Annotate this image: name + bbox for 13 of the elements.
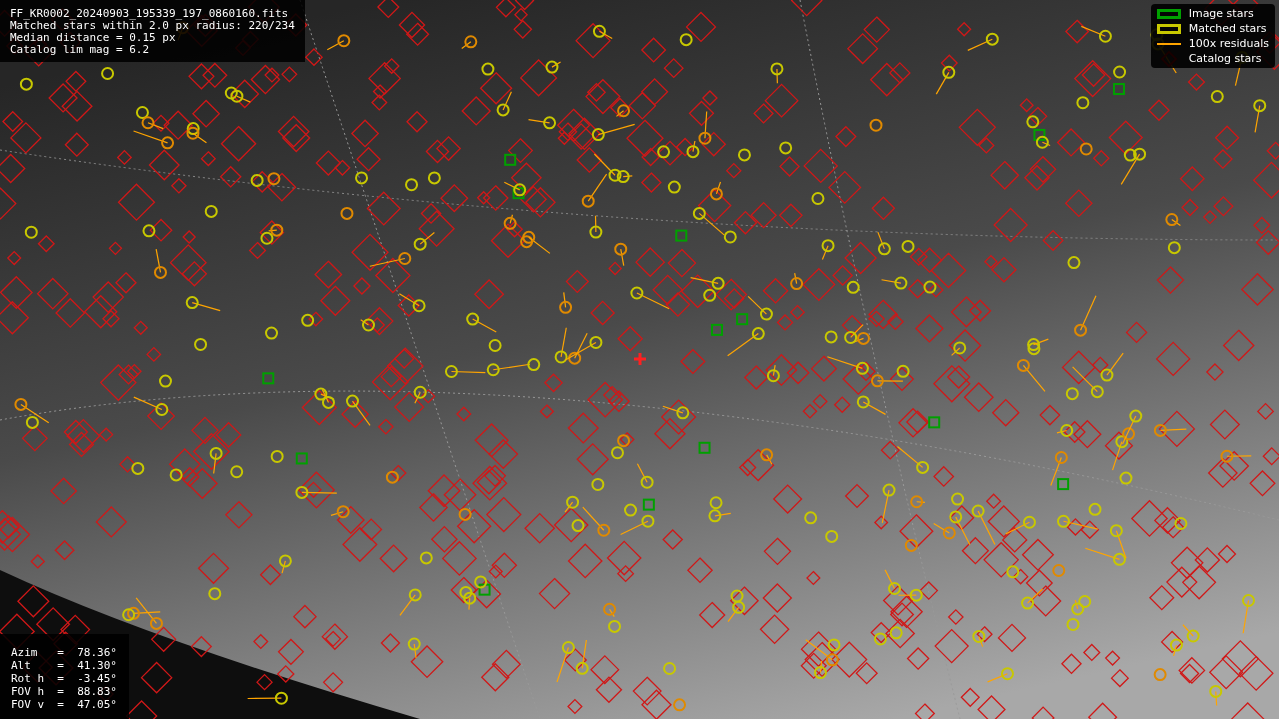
pointing-text: Azim = 78.36° <box>11 646 117 659</box>
legend-label: Matched stars <box>1188 22 1267 35</box>
info-text: Median distance = 0.15 px <box>10 32 177 44</box>
pointing-text: FOV v = 47.05° <box>11 698 117 711</box>
info-text: FF_KR0002_20240903_195339_197_0860160.fits <box>10 8 290 20</box>
legend-label: Image stars <box>1188 7 1254 20</box>
info-text: Catalog lim mag = 6.2 <box>10 44 151 56</box>
info-text: Matched stars within 2.0 px radius: 220/234 <box>10 20 295 32</box>
pointing-text: Alt = 41.30° <box>11 659 117 672</box>
pointing-text: Rot h = -3.45° <box>11 672 117 685</box>
legend-label: 100x residuals <box>1188 37 1269 50</box>
legend-label: Catalog stars <box>1188 52 1262 65</box>
pointing-text: FOV h = 88.83° <box>11 685 117 698</box>
